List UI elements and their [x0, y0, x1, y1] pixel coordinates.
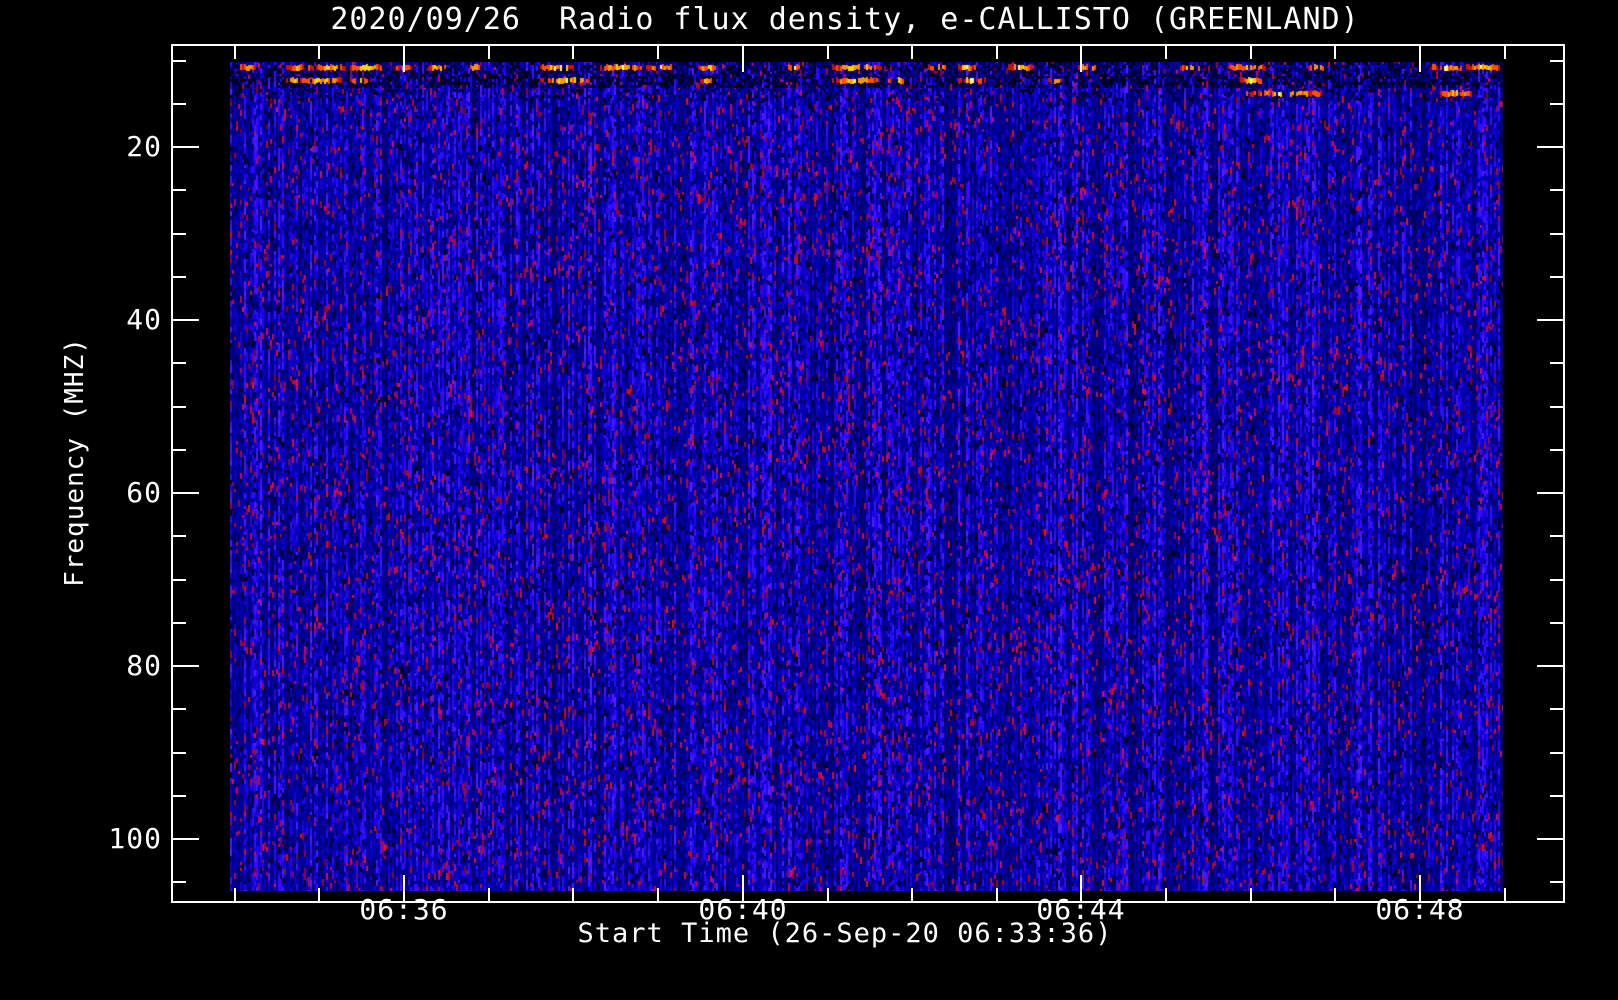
tick-mark — [911, 46, 913, 59]
tick-mark — [827, 888, 829, 901]
tick-mark — [173, 362, 186, 364]
tick-mark — [1550, 708, 1563, 710]
y-tick-label: 80 — [126, 649, 162, 682]
tick-mark — [1550, 881, 1563, 883]
tick-mark — [173, 146, 199, 148]
tick-mark — [1550, 752, 1563, 754]
y-tick-label: 100 — [108, 822, 162, 855]
tick-mark — [1504, 888, 1506, 901]
y-axis-label: Frequency (MHZ) — [60, 337, 90, 587]
tick-mark — [911, 888, 913, 901]
spectrogram-figure: 2020/09/26 Radio flux density, e-CALLIST… — [0, 0, 1618, 1000]
tick-mark — [1550, 535, 1563, 537]
tick-mark — [403, 46, 405, 72]
tick-mark — [1550, 362, 1563, 364]
tick-mark — [572, 888, 574, 901]
tick-mark — [173, 449, 186, 451]
tick-mark — [173, 881, 186, 883]
y-tick-label: 20 — [126, 130, 162, 163]
tick-mark — [657, 888, 659, 901]
tick-mark — [1165, 46, 1167, 59]
tick-mark — [173, 103, 186, 105]
tick-mark — [1550, 189, 1563, 191]
tick-mark — [996, 888, 998, 901]
tick-mark — [173, 276, 186, 278]
tick-mark — [1334, 888, 1336, 901]
x-axis-label: Start Time (26-Sep-20 06:33:36) — [577, 918, 1113, 949]
plot-frame — [171, 44, 1565, 903]
tick-mark — [234, 46, 236, 59]
tick-mark — [1334, 46, 1336, 59]
tick-mark — [1419, 46, 1421, 72]
tick-mark — [173, 406, 186, 408]
tick-mark — [173, 233, 186, 235]
tick-mark — [1550, 795, 1563, 797]
tick-mark — [173, 189, 186, 191]
tick-mark — [488, 46, 490, 59]
tick-mark — [1550, 579, 1563, 581]
tick-mark — [173, 492, 199, 494]
chart-title: 2020/09/26 Radio flux density, e-CALLIST… — [330, 2, 1360, 37]
tick-mark — [742, 46, 744, 72]
tick-mark — [1537, 492, 1563, 494]
tick-mark — [173, 752, 186, 754]
tick-mark — [173, 708, 186, 710]
tick-mark — [1080, 46, 1082, 72]
tick-mark — [1537, 665, 1563, 667]
tick-mark — [173, 535, 186, 537]
tick-mark — [827, 46, 829, 59]
tick-mark — [173, 319, 199, 321]
tick-mark — [173, 838, 199, 840]
tick-mark — [488, 888, 490, 901]
tick-mark — [1550, 103, 1563, 105]
tick-mark — [173, 622, 186, 624]
tick-mark — [173, 579, 186, 581]
tick-mark — [318, 888, 320, 901]
tick-mark — [1550, 622, 1563, 624]
tick-mark — [1537, 146, 1563, 148]
tick-mark — [1550, 233, 1563, 235]
tick-mark — [318, 46, 320, 59]
tick-mark — [1550, 276, 1563, 278]
tick-mark — [173, 795, 186, 797]
tick-mark — [1550, 449, 1563, 451]
tick-mark — [1250, 888, 1252, 901]
tick-mark — [1504, 46, 1506, 59]
tick-mark — [572, 46, 574, 59]
tick-mark — [173, 665, 199, 667]
tick-mark — [234, 888, 236, 901]
tick-mark — [1250, 46, 1252, 59]
tick-mark — [1550, 406, 1563, 408]
tick-mark — [657, 46, 659, 59]
tick-mark — [1537, 838, 1563, 840]
tick-mark — [1537, 319, 1563, 321]
y-tick-label: 40 — [126, 303, 162, 336]
tick-mark — [1550, 60, 1563, 62]
tick-mark — [173, 60, 186, 62]
tick-mark — [1165, 888, 1167, 901]
tick-mark — [996, 46, 998, 59]
